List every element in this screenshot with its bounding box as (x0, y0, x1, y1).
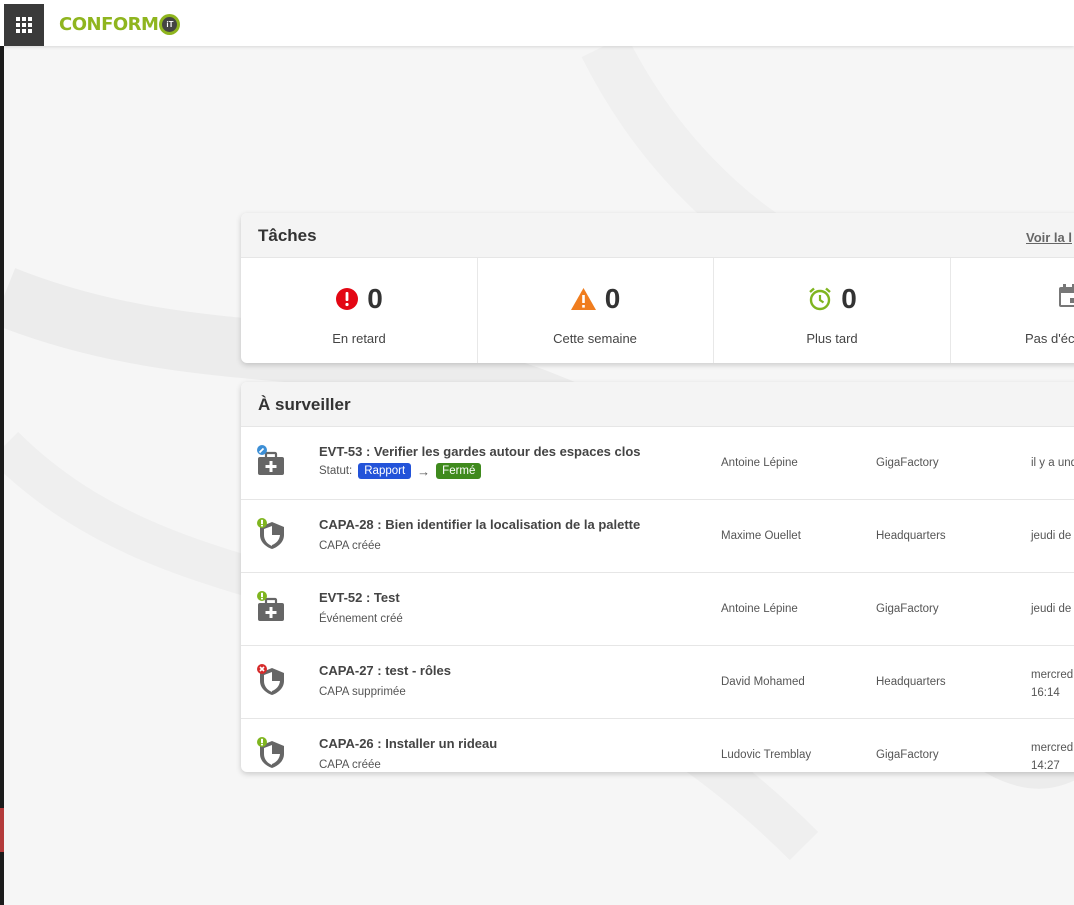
stat-value: 0 (367, 283, 383, 314)
stat-value: 0 (604, 283, 621, 314)
row-date: il y a und (1031, 457, 1074, 469)
watch-row[interactable]: CAPA-27 : test - rôles CAPA supprimée Da… (241, 646, 1074, 719)
row-user: Antoine Lépine (721, 457, 798, 469)
alert-circle-icon (336, 288, 359, 310)
row-subtitle: CAPA supprimée (319, 686, 406, 698)
row-site: Headquarters (876, 530, 946, 542)
warning-triangle-icon (570, 288, 596, 310)
row-title[interactable]: CAPA-27 : test - rôles (319, 663, 451, 678)
status-label: Statut: (319, 465, 353, 477)
tasks-header: Tâches Voir la l (241, 213, 1074, 258)
stat-label: Plus tard (806, 331, 858, 346)
tasks-card: Tâches Voir la l 0 En retard 0 Cette sem… (241, 213, 1074, 363)
row-site: GigaFactory (876, 457, 939, 469)
shield-icon (257, 518, 284, 549)
stat-value: 0 (841, 283, 857, 314)
app-launcher-button[interactable] (4, 4, 44, 46)
row-title[interactable]: CAPA-26 : Installer un rideau (319, 736, 497, 751)
logo-text: CONFORM (59, 13, 159, 35)
top-bar: CONFORM iT (0, 0, 1074, 46)
stat-no-due-date[interactable]: Pas d'éc (951, 258, 1074, 363)
status-from-badge: Rapport (358, 463, 412, 479)
watch-row[interactable]: EVT-53 : Verifier les gardes autour des … (241, 427, 1074, 500)
row-date: jeudi de (1031, 530, 1072, 542)
watch-row[interactable]: EVT-52 : Test Événement créé Antoine Lép… (241, 573, 1074, 646)
row-site: GigaFactory (876, 603, 939, 615)
shield-icon (257, 664, 284, 695)
row-date: mercred 14:27 (1031, 742, 1074, 772)
row-user: David Mohamed (721, 676, 805, 688)
row-site: Headquarters (876, 676, 946, 688)
row-site: GigaFactory (876, 749, 939, 761)
status-to-badge: Fermé (436, 463, 482, 479)
status-change: Statut: Rapport → Fermé (319, 463, 482, 479)
stat-later[interactable]: 0 Plus tard (714, 258, 951, 363)
row-user: Antoine Lépine (721, 603, 798, 615)
row-subtitle: CAPA créée (319, 540, 381, 552)
watch-row[interactable]: CAPA-26 : Installer un rideau CAPA créée… (241, 719, 1074, 772)
watch-card: À surveiller EVT-53 : Verifier les garde… (241, 382, 1074, 772)
row-user: Maxime Ouellet (721, 530, 801, 542)
row-date: mercred 16:14 (1031, 669, 1074, 699)
stat-overdue[interactable]: 0 En retard (241, 258, 478, 363)
arrow-right-icon: → (417, 463, 431, 479)
row-subtitle: Événement créé (319, 613, 403, 625)
view-all-tasks-link[interactable]: Voir la l (1026, 230, 1072, 245)
row-title[interactable]: EVT-52 : Test (319, 590, 400, 605)
row-date: jeudi de (1031, 603, 1072, 615)
row-title[interactable]: EVT-53 : Verifier les gardes autour des … (319, 444, 641, 459)
watch-title: À surveiller (258, 395, 351, 414)
logo-badge: iT (159, 13, 181, 35)
calendar-icon (1059, 284, 1074, 307)
row-user: Ludovic Tremblay (721, 749, 812, 761)
tasks-title: Tâches (258, 226, 317, 245)
event-kit-icon (257, 591, 284, 621)
watch-header: À surveiller (241, 382, 1074, 427)
conformit-logo[interactable]: CONFORM iT (59, 12, 181, 36)
row-subtitle: CAPA créée (319, 759, 381, 771)
stat-label: En retard (332, 331, 386, 346)
grid-icon (16, 17, 32, 33)
alarm-clock-icon (809, 287, 831, 311)
watch-row[interactable]: CAPA-28 : Bien identifier la localisatio… (241, 500, 1074, 573)
row-title[interactable]: CAPA-28 : Bien identifier la localisatio… (319, 517, 640, 532)
stat-this-week[interactable]: 0 Cette semaine (477, 258, 714, 363)
stat-label: Pas d'éc (1025, 331, 1074, 346)
stat-label: Cette semaine (553, 331, 637, 346)
shield-icon (257, 737, 284, 768)
event-kit-icon (257, 445, 284, 475)
